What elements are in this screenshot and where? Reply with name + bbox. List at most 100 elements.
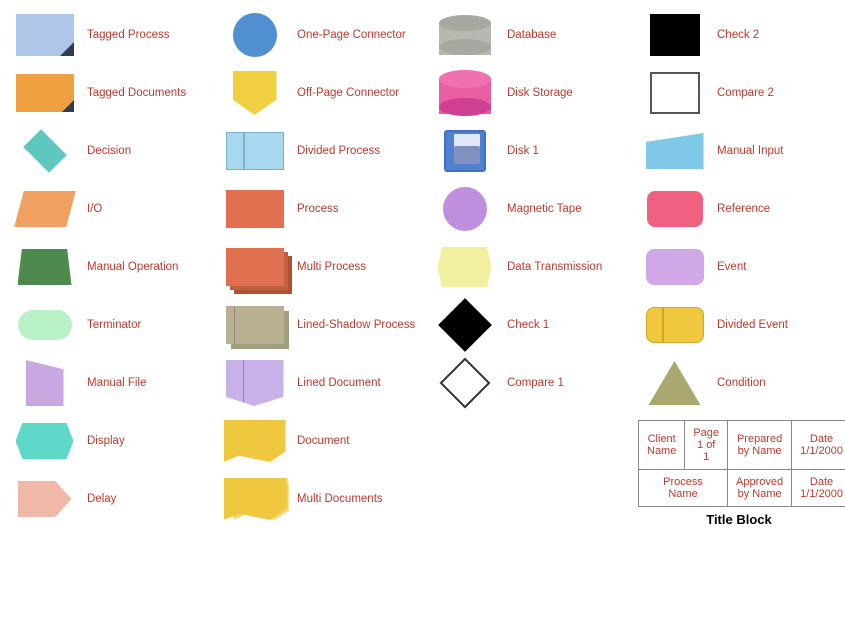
process-label: Process <box>297 202 339 217</box>
tb-date1: Date 1/1/2000 <box>792 421 845 470</box>
one-page-connector-shape <box>233 13 277 57</box>
tb-client-name: Client Name <box>639 421 685 470</box>
disk1-label: Disk 1 <box>507 144 539 159</box>
legend-empty1 <box>424 412 634 482</box>
data-transmission-shape <box>438 247 492 287</box>
reference-label: Reference <box>717 202 770 217</box>
legend-divided-event: Divided Event <box>634 296 844 354</box>
legend-check1: Check 1 <box>424 296 634 354</box>
legend-tagged-documents: Tagged Documents <box>4 64 214 122</box>
tb-page: Page 1 of 1 <box>685 421 728 470</box>
legend-tagged-process: Tagged Process <box>4 6 214 64</box>
legend-database: Database <box>424 6 634 64</box>
legend-manual-file: Manual File <box>4 354 214 412</box>
condition-shape <box>649 361 701 405</box>
display-shape <box>16 423 74 459</box>
legend-display: Display <box>4 412 214 470</box>
check1-shape <box>438 298 492 352</box>
legend-terminator: Terminator <box>4 296 214 354</box>
legend-condition: Condition <box>634 354 844 412</box>
title-block-section: Client Name Page 1 of 1 Prepared by Name… <box>634 416 844 527</box>
delay-label: Delay <box>87 492 116 507</box>
multi-documents-label: Multi Documents <box>297 492 383 507</box>
title-block-table: Client Name Page 1 of 1 Prepared by Name… <box>638 420 845 507</box>
legend-off-page-connector: Off-Page Connector <box>214 64 424 122</box>
data-transmission-label: Data Transmission <box>507 260 602 275</box>
tb-date2: Date 1/1/2000 <box>792 470 845 507</box>
legend-lined-document: Lined Document <box>214 354 424 412</box>
compare2-shape <box>650 72 700 114</box>
decision-shape <box>23 129 67 173</box>
tagged-documents-shape <box>16 74 74 112</box>
multi-process-shape <box>226 248 284 286</box>
check2-label: Check 2 <box>717 28 759 43</box>
legend-compare2: Compare 2 <box>634 64 844 122</box>
legend-reference: Reference <box>634 180 844 238</box>
disk-storage-label: Disk Storage <box>507 86 573 101</box>
manual-input-shape <box>646 133 704 169</box>
reference-shape <box>647 191 703 227</box>
legend-manual-operation: Manual Operation <box>4 238 214 296</box>
off-page-connector-label: Off-Page Connector <box>297 86 399 101</box>
legend-one-page-connector: One-Page Connector <box>214 6 424 64</box>
process-shape <box>226 190 284 228</box>
legend-manual-input: Manual Input <box>634 122 844 180</box>
tb-process-name: Process Name <box>639 470 728 507</box>
legend-document: Document <box>214 412 424 470</box>
event-shape <box>646 249 704 285</box>
lined-document-label: Lined Document <box>297 376 381 391</box>
database-shape <box>439 15 491 55</box>
legend-disk1: Disk 1 <box>424 122 634 180</box>
legend-divided-process: Divided Process <box>214 122 424 180</box>
legend-data-transmission: Data Transmission <box>424 238 634 296</box>
divided-event-label: Divided Event <box>717 318 788 333</box>
display-label: Display <box>87 434 125 449</box>
legend-lined-shadow-process: Lined-Shadow Process <box>214 296 424 354</box>
divided-event-shape <box>646 307 704 343</box>
divided-process-label: Divided Process <box>297 144 380 159</box>
disk-storage-shape <box>439 70 491 116</box>
decision-label: Decision <box>87 144 131 159</box>
tagged-process-shape <box>16 14 74 56</box>
one-page-connector-label: One-Page Connector <box>297 28 406 43</box>
document-shape <box>224 420 286 462</box>
database-label: Database <box>507 28 556 43</box>
legend-magnetic-tape: Magnetic Tape <box>424 180 634 238</box>
legend-disk-storage: Disk Storage <box>424 64 634 122</box>
io-label: I/O <box>87 202 102 217</box>
tagged-documents-label: Tagged Documents <box>87 86 186 101</box>
check1-label: Check 1 <box>507 318 549 333</box>
divided-process-shape <box>226 132 284 170</box>
lined-shadow-process-shape <box>226 306 284 344</box>
legend-multi-process: Multi Process <box>214 238 424 296</box>
manual-file-label: Manual File <box>87 376 146 391</box>
legend-empty2 <box>424 482 634 552</box>
multi-process-label: Multi Process <box>297 260 366 275</box>
legend-check2: Check 2 <box>634 6 844 64</box>
delay-shape <box>18 481 72 517</box>
legend-multi-documents: Multi Documents <box>214 470 424 528</box>
manual-file-shape <box>26 360 64 406</box>
magnetic-tape-shape <box>443 187 487 231</box>
tb-prepared-by: Prepared by Name <box>728 421 792 470</box>
legend-decision: Decision <box>4 122 214 180</box>
lined-document-shape <box>226 360 284 406</box>
legend-delay: Delay <box>4 470 214 528</box>
check2-shape <box>650 14 700 56</box>
lined-shadow-process-label: Lined-Shadow Process <box>297 318 415 333</box>
manual-operation-label: Manual Operation <box>87 260 178 275</box>
terminator-shape <box>18 310 72 340</box>
disk1-shape <box>444 130 486 172</box>
legend-event: Event <box>634 238 844 296</box>
magnetic-tape-label: Magnetic Tape <box>507 202 582 217</box>
event-label: Event <box>717 260 746 275</box>
legend-process: Process <box>214 180 424 238</box>
tagged-process-label: Tagged Process <box>87 28 169 43</box>
compare2-label: Compare 2 <box>717 86 774 101</box>
condition-label: Condition <box>717 376 766 391</box>
io-shape <box>14 191 76 227</box>
title-block-label: Title Block <box>638 512 840 527</box>
compare1-label: Compare 1 <box>507 376 564 391</box>
terminator-label: Terminator <box>87 318 141 333</box>
tb-approved-by: Approved by Name <box>728 470 792 507</box>
